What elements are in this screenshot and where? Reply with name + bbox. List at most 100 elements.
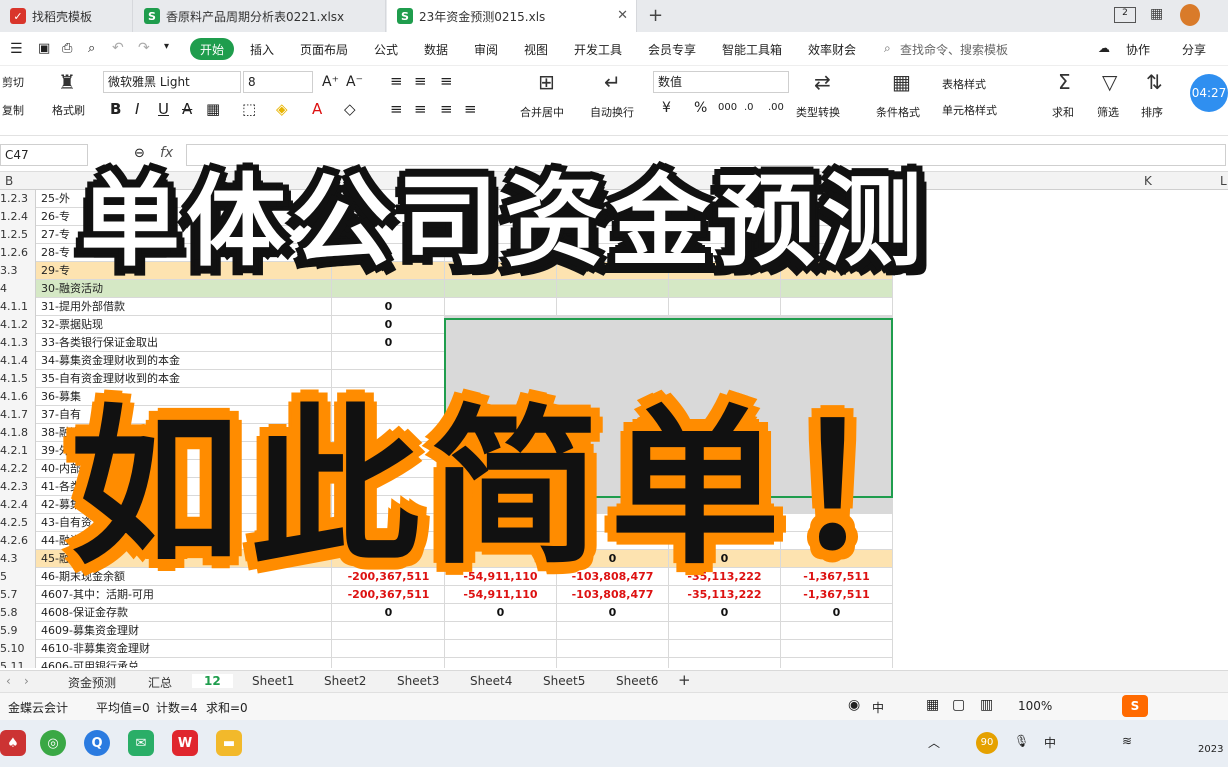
browser-icon[interactable]: ◎	[40, 730, 66, 756]
column-l[interactable]: L	[1220, 174, 1227, 188]
row-index[interactable]: 5.10	[0, 640, 36, 658]
tab-file-2[interactable]: S 23年资金预测0215.xls ✕	[387, 0, 637, 32]
undo-icon[interactable]: ↶	[112, 40, 124, 56]
cell-style-button[interactable]: 单元格样式	[942, 102, 997, 118]
menu-data[interactable]: 数据	[424, 41, 448, 58]
value-cell[interactable]	[781, 658, 893, 668]
row-index[interactable]: 4.2.6	[0, 532, 36, 550]
row-index[interactable]: 4.2.2	[0, 460, 36, 478]
save-icon[interactable]: ▣	[38, 41, 50, 56]
menu-dev[interactable]: 开发工具	[574, 41, 622, 58]
sum-button[interactable]: 求和	[1052, 104, 1074, 120]
value-cell[interactable]	[669, 658, 781, 668]
cond-format-button[interactable]: 条件格式	[876, 104, 920, 120]
convert-button[interactable]: 类型转换	[796, 104, 840, 120]
wifi-icon[interactable]: ≋	[1122, 734, 1132, 748]
sheet-tab[interactable]: 资金预测	[68, 674, 116, 691]
wrap-button[interactable]: 自动换行	[590, 104, 634, 120]
row-label-cell[interactable]: 4609-募集资金理财	[37, 622, 332, 640]
value-cell[interactable]	[445, 316, 557, 334]
menu-finance[interactable]: 效率财会	[808, 41, 856, 58]
zoom-level[interactable]: 100%	[1018, 699, 1052, 713]
filter-icon[interactable]: ▽	[1102, 70, 1117, 94]
italic-icon[interactable]: I	[135, 100, 139, 118]
align-middle-icon[interactable]: ≡	[414, 72, 427, 90]
value-cell[interactable]	[781, 640, 893, 658]
value-cell[interactable]	[333, 622, 445, 640]
menu-member[interactable]: 会员专享	[648, 41, 696, 58]
preview-icon[interactable]: ⌕	[88, 41, 95, 56]
align-right-icon[interactable]: ≡	[440, 100, 453, 118]
cloud-icon[interactable]: ☁	[1098, 41, 1110, 55]
font-size-select[interactable]: 8	[243, 71, 313, 93]
print-icon[interactable]: ⎙	[62, 41, 72, 56]
row-index[interactable]: 5	[0, 568, 36, 586]
value-cell[interactable]	[445, 640, 557, 658]
add-sheet-button[interactable]: +	[678, 671, 691, 689]
sum-icon[interactable]: Σ	[1058, 70, 1071, 94]
row-label-cell[interactable]: 4608-保证金存款	[37, 604, 332, 622]
align-center-icon[interactable]: ≡	[414, 100, 427, 118]
value-cell[interactable]	[333, 658, 445, 668]
decimal-add-icon[interactable]: .0	[744, 102, 754, 113]
search-icon[interactable]: ⌕	[884, 41, 891, 56]
search-input[interactable]: 查找命令、搜索模板	[900, 41, 1008, 58]
prev-sheet-icon[interactable]: ‹	[6, 674, 11, 688]
convert-icon[interactable]: ⇄	[814, 70, 831, 94]
fill-color-icon[interactable]: ◈	[276, 100, 288, 118]
row-index[interactable]: 5.11	[0, 658, 36, 668]
row-index[interactable]: 4.1.8	[0, 424, 36, 442]
row-label-cell[interactable]: 31-提用外部借款	[37, 298, 332, 316]
column-b[interactable]: B	[5, 174, 13, 188]
value-cell[interactable]	[669, 298, 781, 316]
row-index[interactable]: 4.1.2	[0, 316, 36, 334]
value-cell[interactable]	[557, 658, 669, 668]
merge-icon[interactable]: ⊞	[538, 70, 555, 94]
value-cell[interactable]: 0	[557, 604, 669, 622]
wechat-icon[interactable]: ✉	[128, 730, 154, 756]
row-index[interactable]: 4.2.4	[0, 496, 36, 514]
menu-view[interactable]: 视图	[524, 41, 548, 58]
menu-formula[interactable]: 公式	[374, 41, 398, 58]
row-index[interactable]: 4.1.4	[0, 352, 36, 370]
value-cell[interactable]	[669, 316, 781, 334]
value-cell[interactable]: 0	[781, 604, 893, 622]
row-label-cell[interactable]: 4610-非募集资金理财	[37, 640, 332, 658]
name-box[interactable]: C47	[0, 144, 88, 166]
row-index[interactable]: 4.1.5	[0, 370, 36, 388]
merge-button[interactable]: 合并居中	[520, 104, 564, 120]
sort-button[interactable]: 排序	[1141, 104, 1163, 120]
ime-icon[interactable]: S	[1122, 695, 1148, 717]
menu-layout[interactable]: 页面布局	[300, 41, 348, 58]
value-cell[interactable]	[669, 640, 781, 658]
row-index[interactable]: 5.8	[0, 604, 36, 622]
normal-view-icon[interactable]: ▦	[926, 697, 939, 713]
collab-button[interactable]: 协作	[1126, 41, 1150, 58]
value-cell[interactable]	[781, 316, 893, 334]
border-icon[interactable]: ▦	[206, 100, 220, 118]
new-tab-button[interactable]: +	[648, 5, 663, 26]
eraser-icon[interactable]: ◇	[344, 100, 356, 118]
row-index[interactable]: 4.1.3	[0, 334, 36, 352]
cut-button[interactable]: 剪切	[2, 74, 24, 90]
avatar[interactable]	[1180, 4, 1200, 26]
row-index[interactable]: 1.2.5	[0, 226, 36, 244]
font-color-icon[interactable]: A	[312, 100, 322, 118]
value-cell[interactable]	[445, 622, 557, 640]
row-index[interactable]: 4.2.1	[0, 442, 36, 460]
value-cell[interactable]	[557, 622, 669, 640]
sort-icon[interactable]: ⇅	[1146, 70, 1163, 94]
menu-icon[interactable]: ☰	[10, 41, 23, 57]
value-cell[interactable]	[557, 298, 669, 316]
thousands-icon[interactable]: 000	[718, 102, 737, 113]
align-bottom-icon[interactable]: ≡	[440, 72, 453, 90]
font-grow-icon[interactable]: A⁺	[322, 74, 339, 90]
last-sheet-icon[interactable]: ›	[24, 674, 29, 688]
row-index[interactable]: 1.2.4	[0, 208, 36, 226]
value-cell[interactable]: 0	[333, 316, 445, 334]
value-cell[interactable]: 0	[333, 604, 445, 622]
font-name-select[interactable]: 微软雅黑 Light	[103, 71, 241, 93]
share-button[interactable]: 分享	[1182, 41, 1206, 58]
percent-icon[interactable]: %	[694, 100, 707, 116]
row-index[interactable]: 1.2.3	[0, 190, 36, 208]
